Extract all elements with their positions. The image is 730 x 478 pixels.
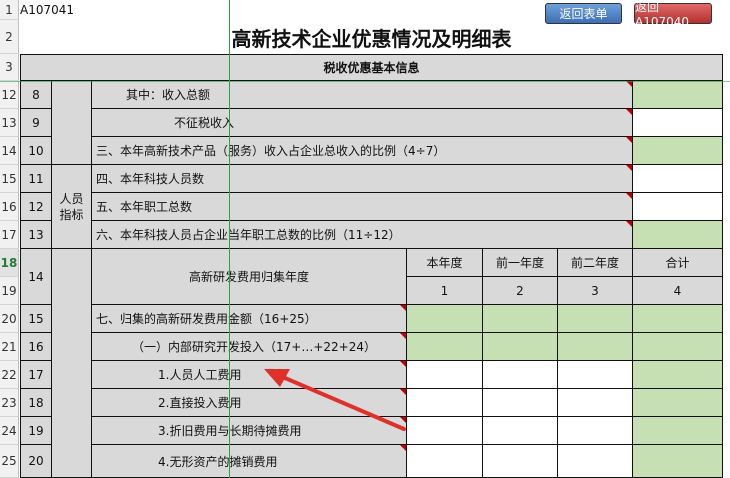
comment-marker	[400, 333, 406, 339]
row-number[interactable]: 19	[0, 277, 19, 305]
row-index: 8	[21, 81, 52, 109]
row-index: 13	[21, 221, 52, 249]
value-cell[interactable]	[407, 305, 483, 333]
value-cell[interactable]	[558, 361, 633, 389]
row-number[interactable]: 20	[0, 305, 19, 333]
value-cell[interactable]	[483, 389, 558, 417]
row-label: 七、归集的高新研发费用金额（16+25）	[92, 305, 407, 333]
row-label: 三、本年高新技术产品（服务）收入占企业总收入的比例（4÷7）	[92, 137, 633, 165]
row-label: 其中：收入总额	[92, 81, 633, 109]
section-header: 税收优惠基本信息	[20, 54, 723, 81]
row-number[interactable]: 13	[0, 109, 19, 137]
comment-marker	[400, 305, 406, 311]
value-cell[interactable]	[633, 445, 723, 478]
row-number[interactable]: 14	[0, 137, 19, 165]
value-cell[interactable]	[407, 445, 483, 478]
comment-marker	[626, 137, 632, 143]
row-number[interactable]: 15	[0, 165, 19, 193]
value-cell[interactable]	[633, 193, 723, 221]
row-number[interactable]: 17	[0, 221, 19, 249]
row-index: 12	[21, 193, 52, 221]
group-blank	[52, 81, 92, 165]
value-cell[interactable]	[633, 165, 723, 193]
row-index: 19	[21, 417, 52, 445]
value-cell[interactable]	[633, 137, 723, 165]
row-number[interactable]: 23	[0, 389, 19, 417]
value-cell[interactable]	[483, 361, 558, 389]
value-cell[interactable]	[633, 305, 723, 333]
row-number[interactable]: 2	[0, 20, 19, 54]
value-cell[interactable]	[558, 389, 633, 417]
row-number[interactable]: 25	[0, 445, 19, 478]
row-index: 9	[21, 109, 52, 137]
row-index: 17	[21, 361, 52, 389]
row-label: 五、本年职工总数	[92, 193, 633, 221]
row-label: （一）内部研究开发投入（17+…+22+24）	[92, 333, 407, 361]
row-number[interactable]: 1	[0, 0, 19, 20]
year-header: 前一年度	[483, 249, 558, 277]
row-number[interactable]: 16	[0, 193, 19, 221]
value-cell[interactable]	[483, 417, 558, 445]
freeze-pane-line	[229, 0, 230, 478]
year-col-number: 1	[407, 277, 483, 305]
value-cell[interactable]	[633, 361, 723, 389]
freeze-pane-line-h	[0, 81, 730, 82]
value-cell[interactable]	[407, 361, 483, 389]
value-cell[interactable]	[633, 333, 723, 361]
value-cell[interactable]	[483, 445, 558, 478]
row-index: 10	[21, 137, 52, 165]
row-label: 四、本年科技人员数	[92, 165, 633, 193]
value-cell[interactable]	[558, 445, 633, 478]
value-cell[interactable]	[633, 417, 723, 445]
value-cell[interactable]	[407, 333, 483, 361]
row-label: 4.无形资产的摊销费用	[92, 445, 407, 478]
row-number[interactable]: 21	[0, 333, 19, 361]
row-number[interactable]: 24	[0, 417, 19, 445]
row-index: 14	[21, 249, 52, 305]
value-cell[interactable]	[407, 417, 483, 445]
row-number[interactable]: 18	[0, 249, 19, 277]
row-number[interactable]: 12	[0, 81, 19, 109]
comment-marker	[400, 445, 406, 451]
row-index: 11	[21, 165, 52, 193]
value-cell[interactable]	[633, 81, 723, 109]
value-cell[interactable]	[633, 109, 723, 137]
row-label: 高新研发费用归集年度	[92, 249, 407, 305]
value-cell[interactable]	[558, 417, 633, 445]
group-label-personnel: 人员 指标	[52, 165, 92, 249]
comment-marker	[626, 221, 632, 227]
year-header: 前二年度	[558, 249, 633, 277]
row-number[interactable]: 22	[0, 361, 19, 389]
value-cell[interactable]	[483, 333, 558, 361]
comment-marker	[626, 193, 632, 199]
row-index: 16	[21, 333, 52, 361]
year-header: 本年度	[407, 249, 483, 277]
red-arrow-annotation	[264, 369, 406, 431]
sheet-title: 高新技术企业优惠情况及明细表	[231, 26, 512, 51]
value-cell[interactable]	[483, 305, 558, 333]
comment-marker	[626, 165, 632, 171]
row-number[interactable]: 3	[0, 54, 19, 81]
year-col-number: 3	[558, 277, 633, 305]
row-index: 15	[21, 305, 52, 333]
comment-marker	[626, 109, 632, 115]
cell-reference: A107041	[20, 3, 75, 17]
value-cell[interactable]	[407, 389, 483, 417]
value-cell[interactable]	[558, 305, 633, 333]
row-label: 不征税收入	[92, 109, 633, 137]
value-cell[interactable]	[633, 221, 723, 249]
year-col-number: 2	[483, 277, 558, 305]
year-col-number: 4	[633, 277, 723, 305]
row-index: 20	[21, 445, 52, 478]
row-label: 六、本年科技人员占企业当年职工总数的比例（11÷12）	[92, 221, 633, 249]
group-blank-rd	[52, 249, 92, 478]
value-cell[interactable]	[633, 389, 723, 417]
row-index: 18	[21, 389, 52, 417]
year-header: 合计	[633, 249, 723, 277]
value-cell[interactable]	[558, 333, 633, 361]
